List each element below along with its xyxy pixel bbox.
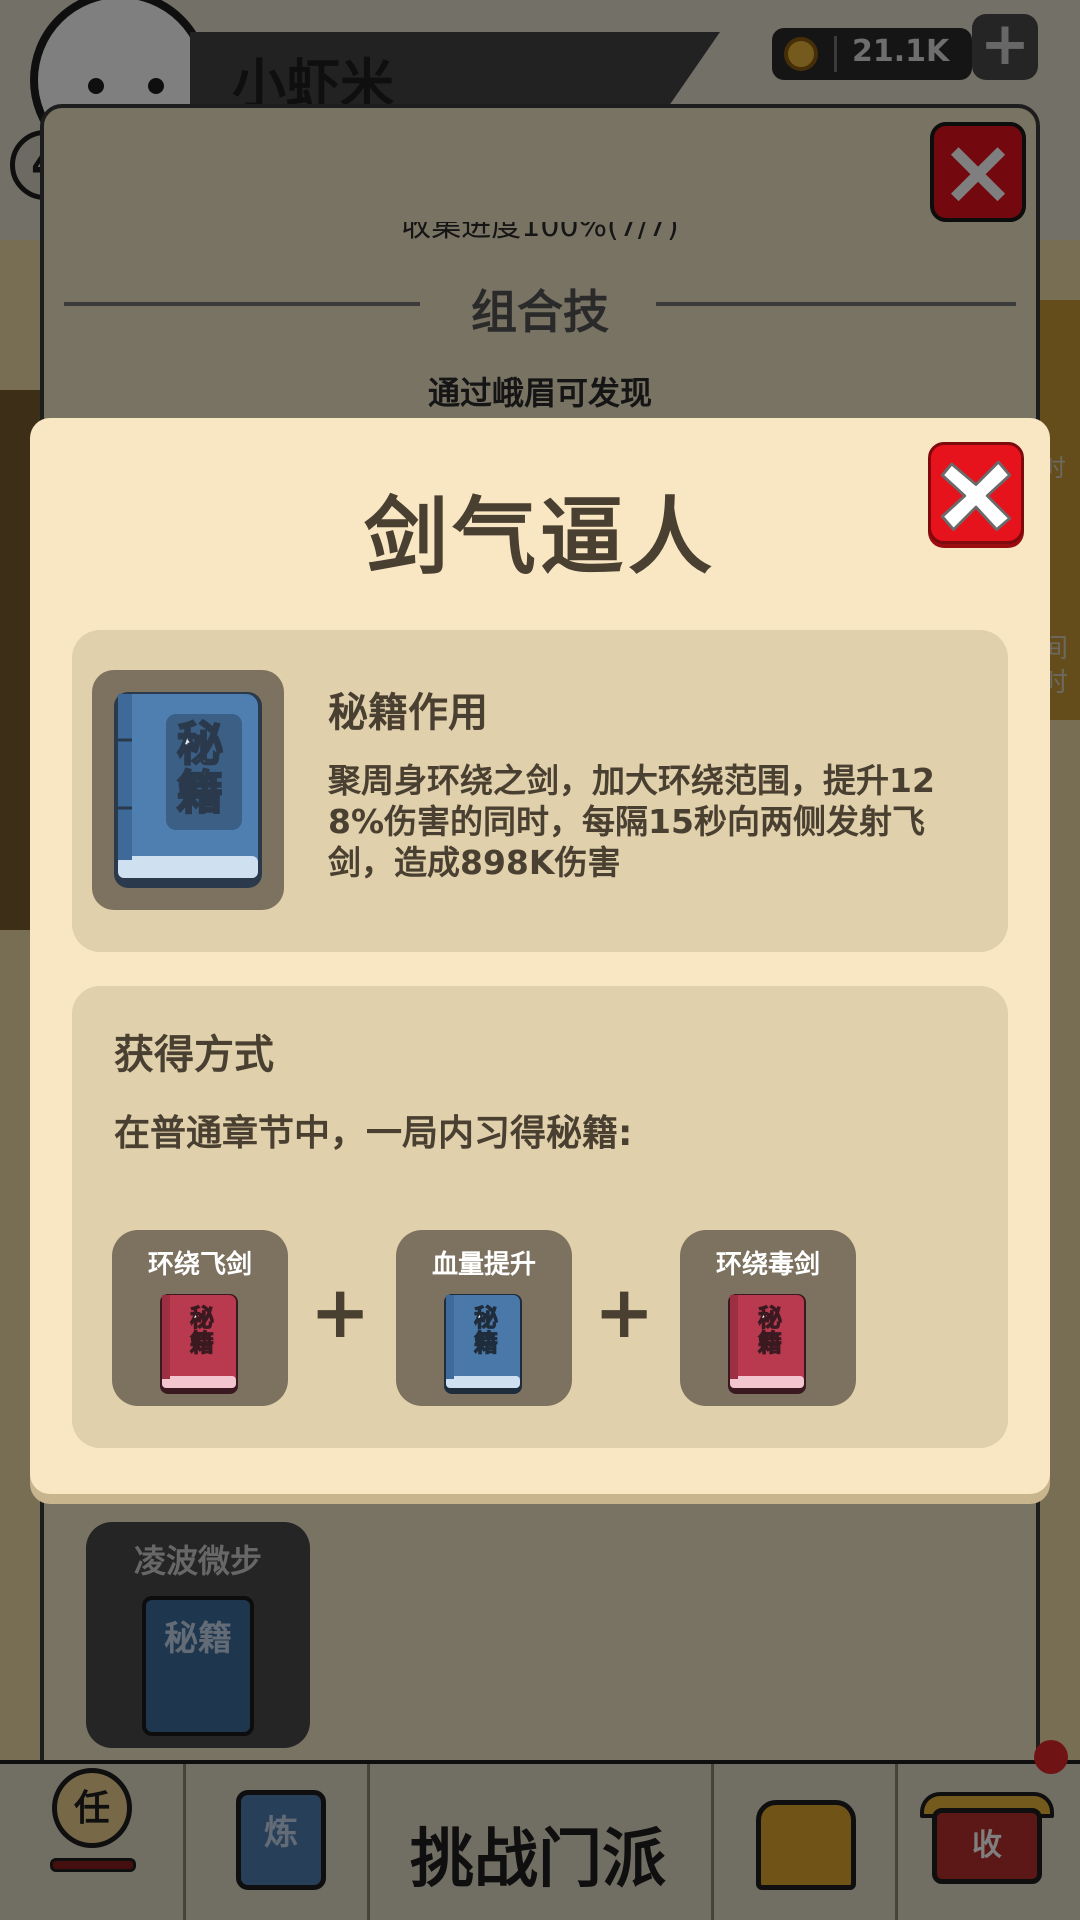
- obtain-heading: 获得方式: [114, 1032, 274, 1078]
- ingredient-name: 环绕毒剑: [715, 1250, 820, 1280]
- ingredient-card[interactable]: 环绕毒剑 秘籍: [680, 1230, 856, 1406]
- secret-book-icon: 秘籍: [160, 1294, 238, 1394]
- plus-sign: +: [594, 1270, 655, 1354]
- secret-book-detail-modal: 剑气逼人 秘籍 秘籍作用 聚周身环绕之剑，加大环绕范围，提升128%伤害的同时，…: [30, 418, 1050, 1494]
- ingredient-card[interactable]: 环绕飞剑 秘籍: [112, 1230, 288, 1406]
- ingredient-name: 血量提升: [431, 1250, 536, 1280]
- effect-heading: 秘籍作用: [328, 690, 488, 736]
- plus-sign: +: [310, 1270, 371, 1354]
- obtain-description: 在普通章节中，一局内习得秘籍:: [114, 1113, 633, 1154]
- book-text: 秘籍: [190, 1304, 214, 1357]
- book-text: 秘籍: [474, 1304, 498, 1357]
- close-icon: [940, 460, 1012, 531]
- obtain-section: 获得方式 在普通章节中，一局内习得秘籍: 环绕飞剑 秘籍 + 血量提升 秘籍 +…: [72, 986, 1008, 1448]
- secret-book-icon: 秘籍: [444, 1294, 522, 1394]
- close-button[interactable]: [928, 442, 1024, 544]
- effect-section: 秘籍 秘籍作用 聚周身环绕之剑，加大环绕范围，提升128%伤害的同时，每隔15秒…: [72, 630, 1008, 952]
- book-text: 秘籍: [758, 1304, 782, 1357]
- book-text: 秘籍: [177, 717, 223, 819]
- secret-book-icon: 秘籍: [728, 1294, 806, 1394]
- secret-book-icon: 秘籍: [114, 692, 262, 888]
- effect-description: 聚周身环绕之剑，加大环绕范围，提升128%伤害的同时，每隔15秒向两侧发射飞剑，…: [328, 761, 935, 882]
- book-frame: 秘籍: [92, 670, 284, 910]
- ingredient-card[interactable]: 血量提升 秘籍: [396, 1230, 572, 1406]
- ingredient-name: 环绕飞剑: [147, 1250, 252, 1280]
- modal-title: 剑气逼人: [363, 488, 716, 586]
